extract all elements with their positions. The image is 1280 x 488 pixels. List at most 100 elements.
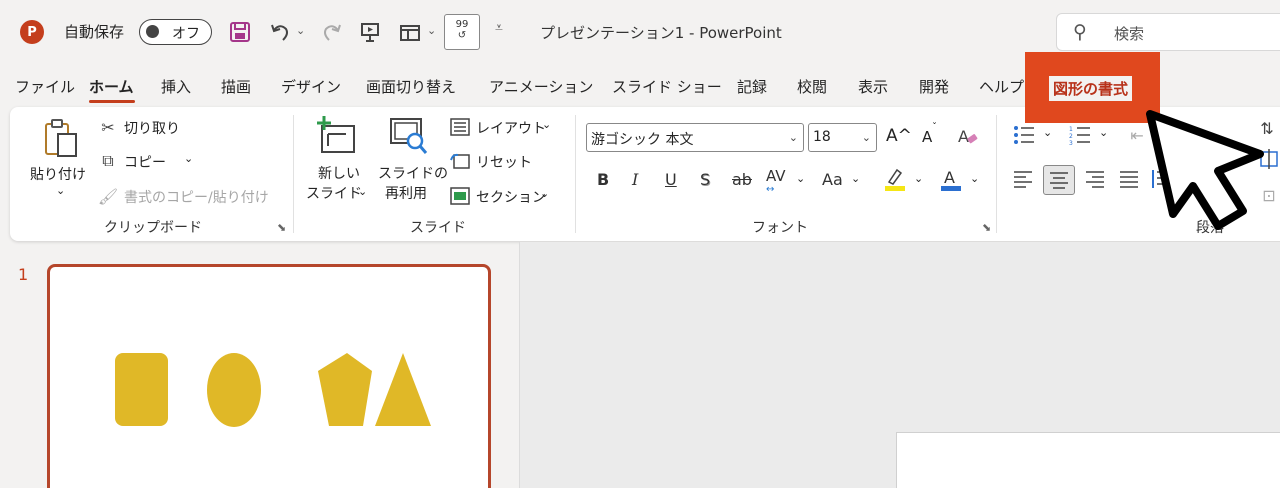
layout-chevron-icon[interactable]: ⌄ [542, 118, 551, 131]
new-slide-label-2[interactable]: スライド [306, 183, 362, 203]
shrink-font-button[interactable]: A [922, 128, 932, 146]
layout-dropdown-chevron-icon[interactable]: ⌄ [427, 24, 436, 37]
spacing-arrows-icon: ↔ [766, 184, 775, 195]
slides-group-label: スライド [410, 220, 466, 236]
tab-animations[interactable]: アニメーション [489, 76, 593, 97]
save-icon[interactable] [226, 18, 254, 46]
tab-home[interactable]: ホーム [89, 76, 134, 97]
font-launcher-icon[interactable]: ⬊ [982, 221, 991, 234]
format-painter-button[interactable]: 書式のコピー/貼り付け [124, 187, 269, 207]
grow-font-button[interactable]: A^ [886, 126, 912, 146]
section-chevron-icon[interactable]: ⌄ [540, 187, 549, 200]
tab-design[interactable]: デザイン [281, 76, 341, 97]
tab-developer[interactable]: 開発 [919, 76, 949, 97]
clipboard-group-label: クリップボード [104, 220, 202, 236]
undo-icon[interactable] [266, 18, 294, 46]
align-right-icon[interactable] [1084, 168, 1106, 190]
bold-button[interactable]: B [597, 170, 609, 189]
tab-help[interactable]: ヘルプ [979, 76, 1024, 97]
shadow-button[interactable]: S [700, 170, 710, 189]
pane-divider[interactable] [519, 242, 520, 488]
svg-text:2: 2 [1069, 133, 1073, 140]
tab-file[interactable]: ファイル [15, 76, 75, 97]
group-separator [996, 115, 997, 233]
reset-button[interactable]: リセット [476, 152, 532, 172]
copy-button[interactable]: コピー [124, 152, 166, 172]
italic-button[interactable]: I [632, 170, 638, 189]
undo-dropdown-chevron-icon[interactable]: ⌄ [296, 24, 305, 37]
new-slide-chevron-icon[interactable]: ⌄ [358, 185, 367, 198]
search-icon: ⚲ [1073, 21, 1087, 43]
present-icon[interactable] [356, 18, 384, 46]
autosave-toggle[interactable]: オフ [139, 19, 212, 45]
shrink-font-caret-icon: ˇ [932, 122, 937, 133]
tab-record[interactable]: 記録 [737, 76, 767, 97]
pentagon-shape [318, 353, 372, 426]
font-size-icon[interactable]: 99 ↺ [444, 14, 480, 50]
underline-button[interactable]: U [665, 170, 677, 189]
font-size-select[interactable]: 18 ⌄ [808, 123, 877, 152]
format-painter-icon: 🖌 [97, 186, 119, 206]
layout-icon[interactable] [396, 18, 424, 46]
active-tab-indicator [89, 100, 135, 103]
ellipse-shape [207, 353, 261, 427]
customize-toolbar-icon[interactable]: ⩡ [495, 20, 503, 36]
tab-transitions[interactable]: 画面切り替え [366, 76, 456, 97]
new-slide-label-1[interactable]: 新しい [318, 163, 360, 183]
font-name-value: 游ゴシック 本文 [591, 132, 694, 148]
paste-dropdown-chevron-icon[interactable]: ⌄ [56, 184, 65, 197]
paste-icon[interactable] [38, 117, 84, 161]
autosave-label: 自動保存 [64, 23, 125, 41]
reuse-slides-label-1[interactable]: スライドの [378, 163, 448, 183]
reuse-slides-label-2[interactable]: 再利用 [385, 183, 427, 203]
svg-text:3: 3 [1069, 140, 1073, 145]
highlight-chevron-icon[interactable]: ⌄ [914, 172, 923, 185]
spacing-chevron-icon[interactable]: ⌄ [796, 172, 805, 185]
tab-slideshow[interactable]: スライド ショー [612, 76, 722, 97]
svg-text:1: 1 [1069, 126, 1073, 133]
chevron-down-icon: ⌄ [861, 131, 871, 144]
slide-thumbnail[interactable] [47, 264, 491, 488]
numbering-icon[interactable]: 123 [1068, 124, 1092, 146]
align-left-icon[interactable] [1012, 168, 1034, 190]
change-case-button[interactable]: Aa [822, 170, 843, 189]
paste-button[interactable]: 貼り付け [30, 164, 86, 184]
clipboard-launcher-icon[interactable]: ⬊ [277, 221, 286, 234]
font-color-icon[interactable]: A [938, 166, 964, 192]
case-chevron-icon[interactable]: ⌄ [851, 172, 860, 185]
group-separator [575, 115, 576, 233]
chevron-down-icon: ⌄ [788, 131, 798, 144]
strikethrough-button[interactable]: ab [732, 170, 752, 189]
cut-button[interactable]: 切り取り [124, 118, 180, 138]
copy-icon: ⧉ [102, 151, 114, 170]
character-spacing-button[interactable]: AV [766, 167, 786, 185]
font-name-select[interactable]: 游ゴシック 本文 ⌄ [586, 123, 804, 152]
highlight-pen-icon[interactable] [882, 166, 908, 192]
reset-icon [449, 151, 471, 171]
bullets-icon[interactable] [1012, 124, 1036, 146]
new-slide-icon[interactable] [315, 114, 359, 158]
layout-button[interactable]: レイアウト [476, 118, 546, 138]
tab-shape-format[interactable]: 図形の書式 [1049, 76, 1133, 101]
triangle-shape [375, 353, 431, 426]
align-center-icon[interactable] [1043, 165, 1075, 195]
tab-insert[interactable]: 挿入 [161, 76, 191, 97]
slide-canvas[interactable] [896, 432, 1280, 488]
document-title: プレゼンテーション1 - PowerPoint [540, 24, 782, 42]
section-button[interactable]: セクション [476, 187, 546, 207]
font-size-value: 18 [813, 129, 831, 145]
reuse-slides-icon[interactable] [387, 116, 431, 158]
scissors-icon: ✂ [101, 117, 115, 137]
tab-draw[interactable]: 描画 [221, 76, 251, 97]
tab-review[interactable]: 校閲 [797, 76, 827, 97]
toggle-knob [146, 25, 159, 38]
tab-view[interactable]: 表示 [858, 76, 888, 97]
numbering-chevron-icon[interactable]: ⌄ [1099, 126, 1108, 139]
redo-icon[interactable] [318, 18, 346, 46]
rounded-rectangle-shape [115, 353, 168, 426]
copy-dropdown-chevron-icon[interactable]: ⌄ [184, 152, 193, 165]
font-color-chevron-icon[interactable]: ⌄ [970, 172, 979, 185]
bullets-chevron-icon[interactable]: ⌄ [1043, 126, 1052, 139]
clear-formatting-icon[interactable]: A [956, 124, 980, 148]
search-box[interactable]: ⚲ 検索 [1056, 13, 1280, 51]
